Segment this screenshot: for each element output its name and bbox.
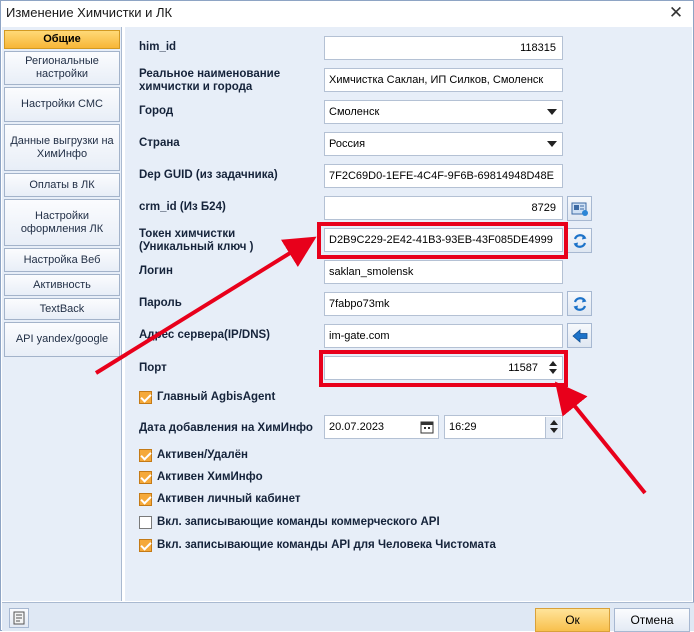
sidebar-item-export[interactable]: Данные выгрузки на ХимИнфо [4,124,120,171]
commercial-api-checkbox[interactable]: Вкл. записывающие команды коммерческого … [139,515,440,529]
sidebar-item-payments[interactable]: Оплаты в ЛК [4,173,120,197]
date-value: 20.07.2023 [329,421,385,433]
country-select[interactable]: Россия [324,132,563,156]
checkbox-box[interactable] [139,492,152,506]
port-field[interactable]: 11587 [324,356,563,380]
city-value: Смоленск [329,106,380,118]
checkbox-box[interactable] [139,538,152,552]
checkbox-box[interactable] [139,470,152,484]
active-deleted-checkbox[interactable]: Активен/Удалён [139,448,248,462]
main-agent-checkbox[interactable]: Главный AgbisAgent [139,390,275,404]
sidebar-item-activity[interactable]: Активность [4,274,120,296]
spin-down-icon[interactable] [549,428,558,433]
footer-bar: Ок Отмена [2,602,694,632]
title-bar: Изменение Химчистки и ЛК ✕ [1,1,693,25]
date-field[interactable]: 20.07.2023 [324,415,439,439]
cancel-button[interactable]: Отмена [614,608,690,632]
sidebar-item-sms[interactable]: Настройки СМС [4,87,120,122]
sidebar-item-general[interactable]: Общие [4,30,120,49]
spin-up-icon[interactable] [549,361,557,366]
dialog-window: Изменение Химчистки и ЛК ✕ Общие Региона… [0,0,694,632]
sidebar-item-regional[interactable]: Региональные настройки [4,51,120,85]
crm-id-field[interactable]: 8729 [324,196,563,220]
password-label: Пароль [139,297,182,309]
chistomat-api-checkbox[interactable]: Вкл. записывающие команды API для Челове… [139,538,496,552]
card-refresh-icon [571,202,588,216]
checkbox-box[interactable] [139,515,152,529]
active-himinfo-label: Активен ХимИнфо [157,471,263,483]
chevron-down-icon [547,109,557,115]
sidebar-item-design[interactable]: Настройки оформления ЛК [4,199,120,246]
server-apply-button[interactable] [567,323,592,348]
crm-id-label: crm_id (Из Б24) [139,201,226,213]
token-field[interactable]: D2B9C229-2E42-41B3-93EB-43F085DE4999 [324,228,563,252]
city-select[interactable]: Смоленск [324,100,563,124]
port-label: Порт [139,362,167,374]
active-cabinet-checkbox[interactable]: Активен личный кабинет [139,492,300,506]
active-deleted-label: Активен/Удалён [157,449,248,461]
sidebar: Общие Региональные настройки Настройки С… [2,27,122,601]
time-value: 16:29 [449,421,477,433]
date-added-label: Дата добавления на ХимИнфо [139,422,313,434]
refresh-icon [573,296,586,311]
dep-guid-label: Dep GUID (из задачника) [139,169,278,181]
spin-down-icon[interactable] [549,369,557,374]
server-label: Адрес сервера(IP/DNS) [139,329,271,341]
sidebar-item-web[interactable]: Настройка Веб [4,248,120,272]
him-id-field[interactable]: 118315 [324,36,563,60]
refresh-icon [573,233,586,248]
help-button[interactable] [9,608,29,628]
sidebar-item-api[interactable]: API yandex/google [4,322,120,357]
time-field[interactable]: 16:29 [444,415,563,439]
commercial-api-label: Вкл. записывающие команды коммерческого … [157,516,440,528]
active-cabinet-label: Активен личный кабинет [157,493,301,505]
token-refresh-button[interactable] [567,228,592,253]
server-field[interactable]: im-gate.com [324,324,563,348]
checkbox-box[interactable] [139,448,152,462]
real-name-field[interactable]: Химчистка Саклан, ИП Силков, Смоленск [324,68,563,92]
password-field[interactable]: 7fabpo73mk [324,292,563,316]
country-value: Россия [329,138,366,150]
crm-lookup-button[interactable] [567,196,592,221]
window-title: Изменение Химчистки и ЛК [6,5,173,20]
city-label: Город [139,105,174,117]
active-himinfo-checkbox[interactable]: Активен ХимИнфо [139,470,263,484]
sidebar-item-textback[interactable]: TextBack [4,298,120,320]
country-label: Страна [139,137,180,149]
token-label: Токен химчистки (Уникальный ключ ) [139,228,254,253]
him-id-label: him_id [139,41,177,53]
chistomat-api-label: Вкл. записывающие команды API для Челове… [157,539,496,551]
dep-guid-field[interactable]: 7F2C69D0-1EFE-4C4F-9F6B-69814948D48E [324,164,563,188]
spin-up-icon[interactable] [549,420,558,425]
login-field[interactable]: saklan_smolensk [324,260,563,284]
password-refresh-button[interactable] [567,291,592,316]
chevron-down-icon [547,141,557,147]
close-button[interactable]: ✕ [665,3,687,23]
real-name-label: Реальное наименование химчистки и города [139,68,281,93]
calendar-icon[interactable] [420,420,434,434]
login-label: Логин [139,265,173,277]
arrow-left-icon [571,328,587,343]
checkbox-box[interactable] [139,390,152,404]
port-value: 11587 [508,362,538,374]
port-spinner[interactable] [545,358,561,379]
help-icon [13,611,25,625]
time-spinner[interactable] [545,417,561,438]
ok-button[interactable]: Ок [535,608,610,632]
main-agent-label: Главный AgbisAgent [157,391,276,403]
